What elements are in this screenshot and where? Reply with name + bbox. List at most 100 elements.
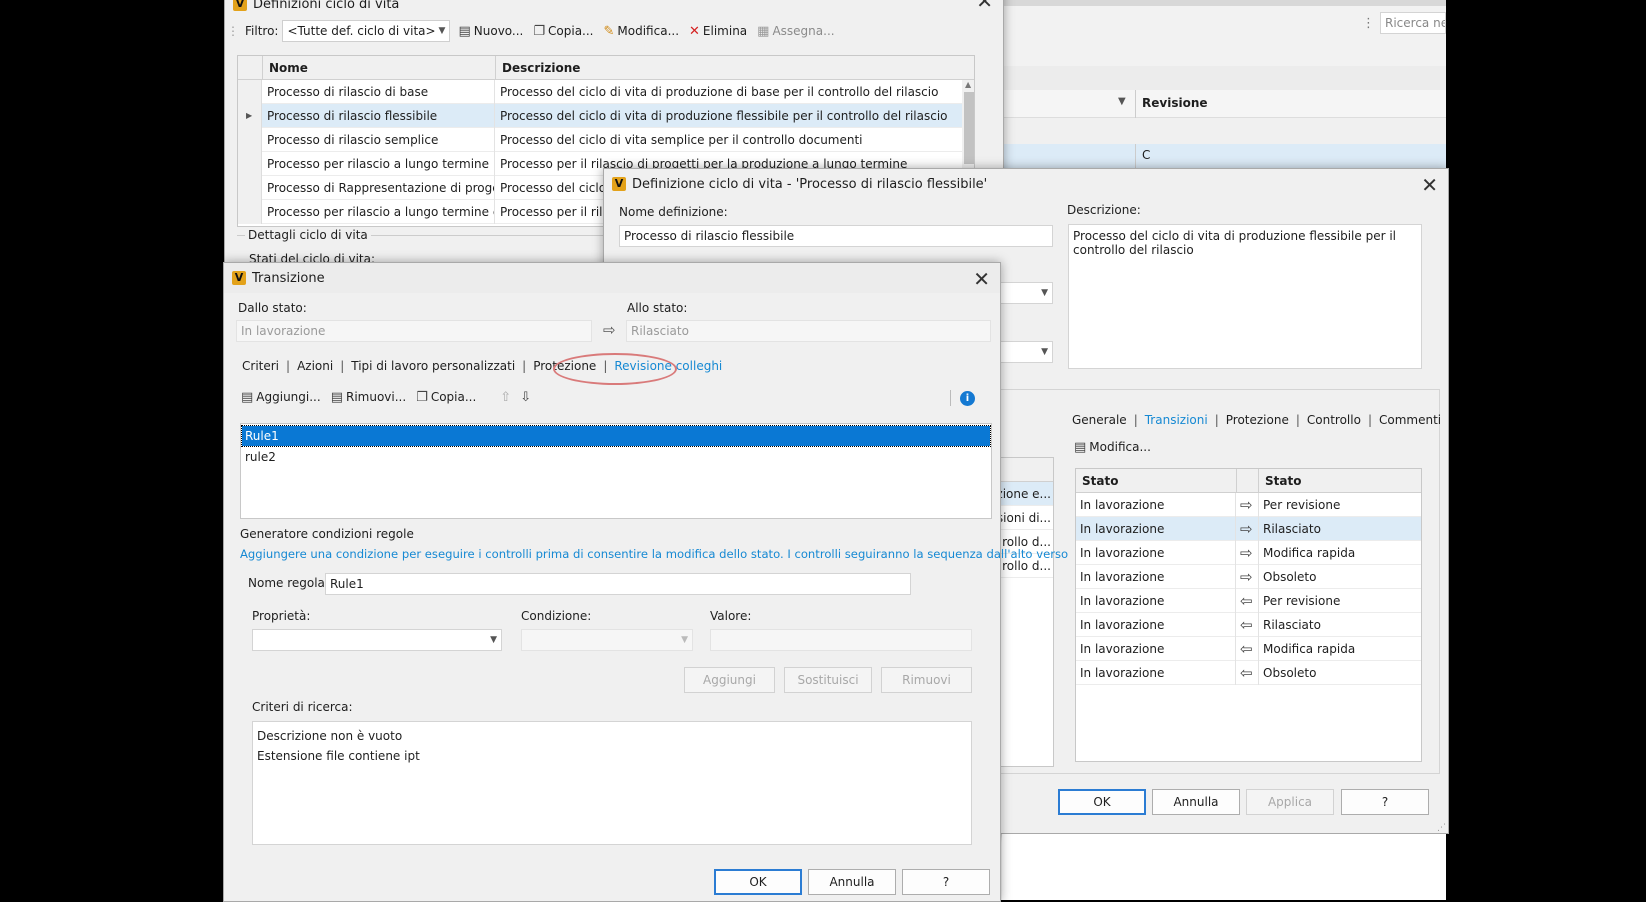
sort-down-icon[interactable]: ▼ [1118, 96, 1126, 107]
delete-button[interactable]: ✕ Elimina [689, 24, 747, 39]
lifecycle-description-cell: Processo del ciclo di vita di produzione… [500, 109, 948, 123]
add-rule-button[interactable]: ▤ Aggiungi... [241, 390, 321, 405]
generator-label: Generatore condizioni regole [240, 527, 414, 541]
transition-row[interactable]: In lavorazione ⇨ Obsoleto [1076, 565, 1421, 589]
close-icon[interactable]: ✕ [973, 269, 990, 289]
column-header-from-state[interactable]: Stato [1076, 469, 1236, 493]
rule-name-input[interactable]: Rule1 [325, 573, 911, 595]
rules-list: Rule1 rule2 [240, 423, 992, 519]
definition-tab[interactable]: Commenti [1379, 413, 1441, 427]
description-textarea[interactable]: Processo del ciclo di vita di produzione… [1068, 224, 1422, 369]
transition-cancel-button[interactable]: Annulla [808, 869, 896, 895]
scroll-up-icon[interactable]: ▲ [965, 80, 971, 89]
copy-icon: ❐ [416, 389, 428, 405]
background-grid-header: ▼ Revisione [960, 90, 1446, 118]
search-input[interactable]: Ricerca nella [1380, 12, 1446, 34]
filter-dropdown[interactable]: <Tutte def. ciclo di vita> ▼ [282, 20, 451, 42]
definition-name-label: Nome definizione: [619, 205, 728, 219]
criteria-item[interactable]: Estensione file contiene ipt [257, 746, 420, 766]
transition-row[interactable]: In lavorazione ⇨ Modifica rapida [1076, 541, 1421, 565]
transition-window: V Transizione ✕ Dallo stato: In lavorazi… [223, 262, 1068, 902]
copy-rule-button[interactable]: ❐ Copia... [416, 390, 476, 405]
rules-toolbar: ▤ Aggiungi... ▤ Rimuovi... ❐ Copia... ⇧ ⇩ [241, 385, 544, 409]
value-label: Valore: [710, 609, 752, 623]
definition-titlebar: V Definizione ciclo di vita - 'Processo … [604, 169, 1448, 199]
row-header-cell [238, 176, 262, 200]
pencil-icon: ✎ [603, 23, 615, 39]
lifecycle-name-cell: Processo di rilascio flessibile [263, 104, 495, 128]
replace-condition-button[interactable]: Sostituisci [784, 667, 872, 693]
transitions-grid: Stato Stato In lavorazione ⇨ Per revisione… [1075, 468, 1422, 762]
transition-tab[interactable]: Azioni [297, 359, 333, 373]
transition-help-button[interactable]: ? [902, 869, 990, 895]
scrollbar-thumb[interactable] [964, 92, 974, 164]
value-input[interactable] [710, 629, 972, 651]
transition-row[interactable]: In lavorazione ⇨ Rilasciato [1076, 517, 1421, 541]
delete-x-icon: ✕ [689, 23, 700, 39]
lifecycle-row[interactable]: Processo di rilascio semplice Processo de… [238, 128, 962, 152]
definition-tab[interactable]: Generale [1072, 413, 1127, 427]
column-header-to-state[interactable]: Stato [1258, 469, 1421, 493]
background-row[interactable]: C [960, 144, 1446, 168]
more-options-icon[interactable]: ⋮ [1362, 16, 1375, 31]
lifecycle-row[interactable]: ▶ Processo di rilascio flessibile Processo… [238, 104, 962, 128]
definition-tab[interactable]: Protezione [1226, 413, 1289, 427]
modify-button[interactable]: ✎ Modifica... [604, 24, 680, 39]
close-icon[interactable]: ✕ [976, 0, 993, 11]
criteria-item[interactable]: Descrizione non è vuoto [257, 726, 402, 746]
chevron-down-icon: ▼ [681, 635, 688, 645]
definition-cancel-button[interactable]: Annulla [1152, 789, 1240, 815]
arrow-right-icon: ⇨ [1240, 520, 1253, 538]
arrow-left-icon: ⇦ [1240, 640, 1253, 658]
column-header-description[interactable]: Descrizione [495, 56, 974, 80]
transition-tab[interactable]: Criteri [242, 359, 279, 373]
new-button[interactable]: ▤ Nuovo... [458, 24, 523, 39]
rule-list-item[interactable]: Rule1 [241, 425, 991, 447]
to-state-label: Allo stato: [627, 301, 688, 315]
info-icon[interactable]: i [960, 391, 975, 406]
transition-row[interactable]: In lavorazione ⇦ Rilasciato [1076, 613, 1421, 637]
definition-apply-button[interactable]: Applica [1246, 789, 1334, 815]
highlight-ellipse [553, 353, 677, 385]
definition-name-input[interactable]: Processo di rilascio flessibile [619, 225, 1053, 247]
move-up-button[interactable]: ⇧ [500, 390, 514, 405]
property-dropdown[interactable]: ▼ [252, 629, 502, 651]
transition-to-cell: Modifica rapida [1258, 541, 1421, 565]
arrow-right-icon: ⇨ [603, 321, 616, 339]
transition-row[interactable]: In lavorazione ⇦ Modifica rapida [1076, 637, 1421, 661]
remove-rule-button[interactable]: ▤ Rimuovi... [331, 390, 406, 405]
transition-ok-button[interactable]: OK [714, 869, 802, 895]
transition-titlebar: V Transizione [224, 263, 1000, 293]
add-condition-button[interactable]: Aggiungi [684, 667, 775, 693]
definition-tab[interactable]: Transizioni [1145, 413, 1208, 427]
row-header-cell [238, 80, 262, 104]
remove-condition-button[interactable]: Rimuovi [881, 667, 972, 693]
column-header-name[interactable]: Nome [262, 56, 495, 80]
transition-from-cell: In lavorazione [1076, 613, 1236, 637]
toolbar-grip-icon: ⋮ [227, 24, 239, 38]
transition-tab[interactable]: Tipi di lavoro personalizzati [351, 359, 515, 373]
tab-separator: | [1214, 413, 1219, 427]
search-criteria-list: Descrizione non è vuoto Estensione file c… [252, 721, 972, 845]
transition-row[interactable]: In lavorazione ⇦ Per revisione [1076, 589, 1421, 613]
lifecycle-details-label: Dettagli ciclo di vita [245, 228, 371, 242]
definition-help-button[interactable]: ? [1341, 789, 1429, 815]
lifecycle-description-cell: Processo del ciclo di vita semplice per … [500, 133, 863, 147]
move-down-button[interactable]: ⇩ [520, 390, 534, 405]
resize-grip-icon[interactable]: ⋰ [1437, 823, 1446, 833]
definition-tab[interactable]: Controllo [1307, 413, 1361, 427]
definition-toolbar: ▤ Modifica... [1074, 435, 1161, 459]
transition-row[interactable]: In lavorazione ⇦ Obsoleto [1076, 661, 1421, 685]
modify-transition-button[interactable]: ▤ Modifica... [1074, 440, 1151, 455]
close-icon[interactable]: ✕ [1421, 175, 1438, 195]
condition-dropdown[interactable]: ▼ [521, 629, 693, 651]
definition-ok-button[interactable]: OK [1058, 789, 1146, 815]
column-header-revisione[interactable]: Revisione [1142, 96, 1208, 110]
transition-row[interactable]: In lavorazione ⇨ Per revisione [1076, 493, 1421, 517]
assign-button[interactable]: ▦ Assegna... [757, 24, 834, 39]
rule-list-item[interactable]: rule2 [242, 447, 990, 467]
lifecycle-row[interactable]: Processo di rilascio di base Processo del… [238, 80, 962, 104]
tab-separator: | [522, 359, 527, 373]
copy-button[interactable]: ❐ Copia... [533, 24, 593, 39]
revision-value: C [1142, 148, 1151, 162]
